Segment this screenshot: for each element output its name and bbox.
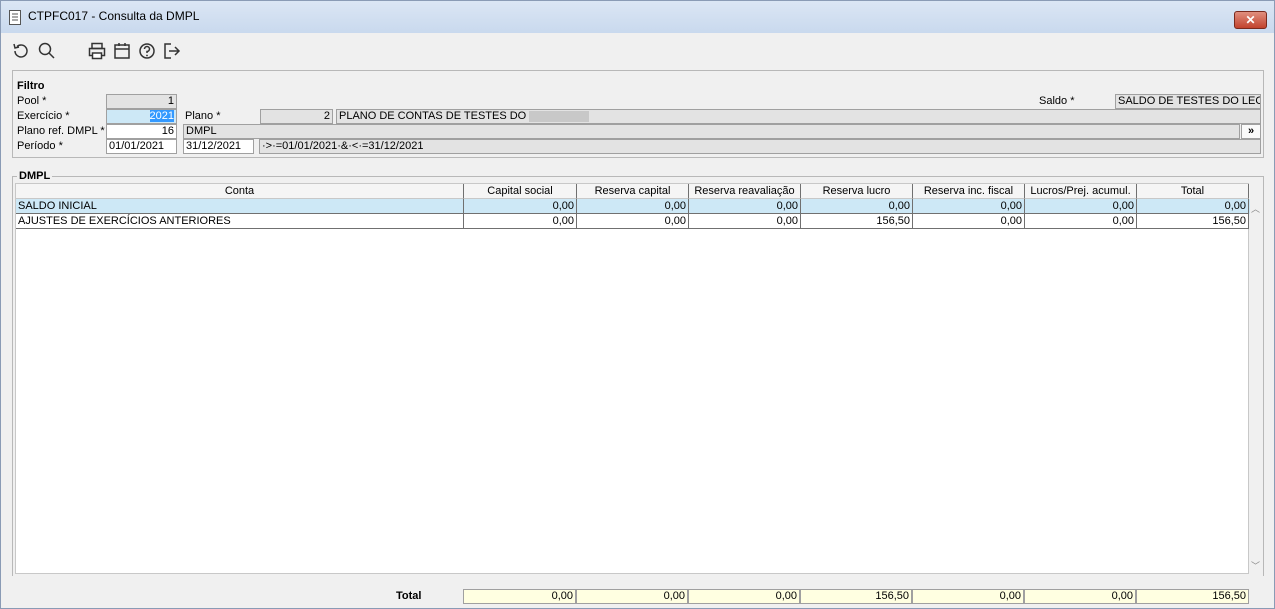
saldo-label: Saldo * [1039,95,1075,107]
scroll-up-icon[interactable]: ︿ [1251,202,1260,215]
dmpl-title: DMPL [17,170,53,182]
plano-description: PLANO DE CONTAS DE TESTES DO [336,109,1261,124]
cell-conta: SALDO INICIAL [16,199,464,214]
cell-value: 156,50 [801,214,913,229]
scroll-down-icon[interactable]: ﹀ [1251,559,1260,572]
col-header-capital-social[interactable]: Capital social [464,184,577,199]
periodo-end-field[interactable]: 31/12/2021 [183,139,254,154]
col-header-conta[interactable]: Conta [16,184,464,199]
cell-value: 0,00 [464,214,577,229]
cell-value: 0,00 [1025,199,1137,214]
cell-conta: AJUSTES DE EXERCÍCIOS ANTERIORES [16,214,464,229]
cell-value: 0,00 [689,214,801,229]
vertical-scrollbar[interactable]: ︿ ﹀ [1249,198,1261,574]
expand-button[interactable]: » [1241,124,1261,139]
cell-value: 0,00 [577,199,689,214]
total-reserva-capital: 0,00 [576,589,688,604]
table-row[interactable]: AJUSTES DE EXERCÍCIOS ANTERIORES 0,00 0,… [16,214,1250,229]
calendar-icon[interactable] [112,41,132,61]
col-header-total[interactable]: Total [1137,184,1249,199]
cell-value: 0,00 [913,214,1025,229]
pool-field[interactable]: 1 [106,94,177,109]
periodo-expression: ·>·=01/01/2021·&·<·=31/12/2021 [259,139,1261,154]
total-total: 156,50 [1136,589,1249,604]
dmpl-grid[interactable]: Conta Capital social Reserva capital Res… [15,183,1250,574]
col-header-reserva-lucro[interactable]: Reserva lucro [801,184,913,199]
refresh-icon[interactable] [11,41,31,61]
cell-value: 0,00 [1137,199,1249,214]
saldo-field[interactable]: SALDO DE TESTES DO LEON [1115,94,1261,109]
cell-value: 0,00 [464,199,577,214]
toolbar [1,35,1274,65]
plano-ref-label: Plano ref. DMPL * [17,125,105,137]
exit-icon[interactable] [162,41,182,61]
plano-label: Plano * [185,110,221,122]
total-reserva-inc-fiscal: 0,00 [912,589,1024,604]
table-row[interactable]: SALDO INICIAL 0,00 0,00 0,00 0,00 0,00 0… [16,199,1250,214]
total-capital-social: 0,00 [463,589,576,604]
grid-header: Conta Capital social Reserva capital Res… [16,184,1250,199]
cell-value: 0,00 [577,214,689,229]
col-header-reserva-inc-fiscal[interactable]: Reserva inc. fiscal [913,184,1025,199]
cell-value: 0,00 [801,199,913,214]
exercicio-label: Exercício * [17,110,70,122]
help-icon[interactable] [137,41,157,61]
plano-ref-description: DMPL [183,124,1240,139]
col-header-reserva-capital[interactable]: Reserva capital [577,184,689,199]
total-reserva-lucro: 156,50 [800,589,912,604]
plano-field[interactable]: 2 [260,109,333,124]
cell-value: 0,00 [1025,214,1137,229]
cell-value: 156,50 [1137,214,1249,229]
periodo-label: Período * [17,140,63,152]
plano-ref-field[interactable]: 16 [106,124,177,139]
col-header-reserva-reavaliacao[interactable]: Reserva reavaliação [689,184,801,199]
cell-value: 0,00 [913,199,1025,214]
window-title: CTPFC017 - Consulta da DMPL [28,9,200,23]
redacted-block [529,110,590,122]
exercicio-field[interactable]: 2021 [106,109,177,124]
document-icon [9,10,21,25]
search-icon[interactable] [37,41,57,61]
plano-description-text: PLANO DE CONTAS DE TESTES DO [339,110,527,122]
filter-title: Filtro [17,80,45,92]
main-window: CTPFC017 - Consulta da DMPL ✕ Filtro Poo… [0,0,1275,609]
totals-label: Total [396,590,422,602]
cell-value: 0,00 [689,199,801,214]
title-bar: CTPFC017 - Consulta da DMPL ✕ [1,1,1274,33]
exercicio-value: 2021 [149,110,174,122]
total-lucros-prej: 0,00 [1024,589,1136,604]
periodo-start-field[interactable]: 01/01/2021 [106,139,177,154]
total-reserva-reavaliacao: 0,00 [688,589,800,604]
close-button[interactable]: ✕ [1234,11,1267,29]
col-header-lucros-prej[interactable]: Lucros/Prej. acumul. [1025,184,1137,199]
print-icon[interactable] [87,41,107,61]
pool-label: Pool * [17,95,47,107]
